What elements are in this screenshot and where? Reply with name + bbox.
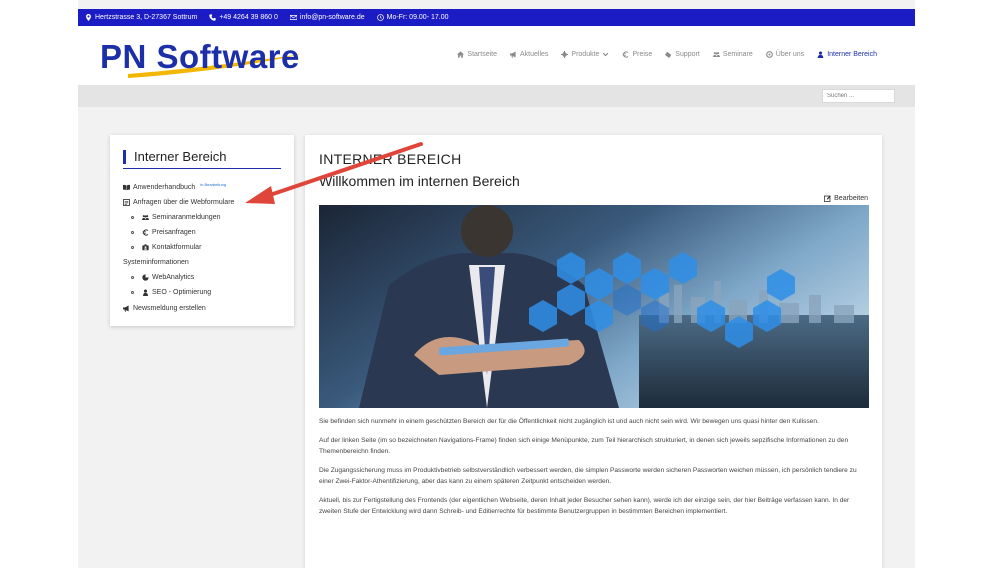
edit-label: Bearbeiten [834, 195, 868, 202]
euro-icon [142, 229, 149, 236]
sidebar-title: Interner Bereich [123, 150, 227, 164]
sidebar-item-anwenderhandbuch[interactable]: Anwenderhandbuch in Bearbeitung [123, 180, 234, 195]
content-text: Sie befinden sich nunmehr in einem gesch… [319, 416, 869, 525]
map-pin-icon [86, 14, 91, 21]
nav-label: Seminare [722, 51, 753, 58]
email-item[interactable]: info@pn-software.de [289, 14, 365, 21]
nav-item-preise[interactable]: Preise [622, 51, 652, 58]
group-icon [712, 52, 720, 57]
nav-item-ueber-uns[interactable]: Über uns [765, 51, 805, 58]
chart-icon [142, 274, 149, 281]
user-icon [143, 289, 148, 296]
phone-item[interactable]: +49 4264 39 860 0 [209, 14, 278, 21]
nav-label: Produkte [571, 51, 600, 58]
sidebar-item-label: Systeminformationen [123, 259, 189, 266]
search-band [78, 85, 915, 107]
sidebar-item-label: Kontaktformular [152, 244, 202, 251]
nav-label: Aktuelles [520, 51, 549, 58]
address-item: Hertzstrasse 3, D-27367 Sottrum [85, 14, 197, 21]
nav-label: Preise [632, 51, 653, 58]
sidebar-item-label: Seminaranmeldungen [152, 214, 221, 221]
sidebar-item-anfragen[interactable]: Anfragen über die Webformulare [123, 195, 234, 210]
hours-item: Mo-Fr: 09.00- 17.00 [376, 14, 449, 21]
bullet-icon [131, 291, 134, 294]
bullet-icon [131, 216, 134, 219]
phone-icon [209, 14, 217, 21]
user-icon [817, 51, 824, 58]
contact-icon [142, 244, 149, 251]
nav-label: Startseite [467, 51, 497, 58]
form-icon [123, 199, 130, 206]
sidebar-item-label: WebAnalytics [152, 274, 195, 281]
hours-text: Mo-Fr: 09.00- 17.00 [386, 14, 449, 21]
nav-item-aktuelles[interactable]: Aktuelles [510, 51, 548, 58]
info-icon [765, 51, 773, 58]
nav-item-interner-bereich[interactable]: Interner Bereich [817, 51, 877, 58]
sidebar-item-preisanfragen[interactable]: Preisanfragen [123, 225, 234, 240]
home-icon [457, 51, 465, 58]
bullet-icon [131, 276, 134, 279]
sidebar-menu: Anwenderhandbuch in Bearbeitung Anfragen… [123, 180, 234, 316]
chevron-down-icon [603, 52, 609, 57]
site-logo[interactable]: PN Software [98, 38, 308, 78]
nav-item-seminare[interactable]: Seminare [712, 51, 753, 58]
bullet-icon [131, 231, 134, 234]
envelope-icon [289, 15, 297, 20]
hero-image [319, 205, 869, 408]
megaphone-icon [123, 305, 129, 312]
ticket-icon [665, 51, 672, 58]
site-header: PN Software Startseite Aktuelles Produkt… [78, 26, 915, 85]
paragraph: Sie befinden sich nunmehr in einem gesch… [319, 418, 819, 425]
euro-icon [622, 51, 629, 58]
nav-label: Support [675, 51, 700, 58]
sidebar-item-seminaranmeldungen[interactable]: Seminaranmeldungen [123, 210, 234, 225]
nav-item-produkte[interactable]: Produkte [561, 51, 609, 58]
page: Hertzstrasse 3, D-27367 Sottrum +49 4264… [78, 0, 915, 568]
edit-icon [824, 195, 831, 202]
nav-item-support[interactable]: Support [665, 51, 700, 58]
gear-icon [561, 51, 569, 58]
main-navigation: Startseite Aktuelles Produkte Preise Sup… [457, 51, 877, 58]
sidebar-item-seo[interactable]: SEO - Optimierung [123, 285, 234, 300]
search-input[interactable] [822, 89, 895, 103]
annotation-arrow-icon [245, 142, 423, 204]
sidebar-item-newsmeldung[interactable]: Newsmeldung erstellen [123, 301, 234, 316]
edit-button[interactable]: Bearbeiten [824, 195, 868, 202]
paragraph: Auf der linken Seite (im so bezeichneten… [319, 437, 849, 455]
sidebar-item-kontaktformular[interactable]: Kontaktformular [123, 240, 234, 255]
paragraph: Die Zugangssicherung muss im Produktivbe… [319, 467, 857, 485]
sidebar-item-webanalytics[interactable]: WebAnalytics [123, 270, 234, 285]
status-badge: in Bearbeitung [200, 182, 227, 187]
nav-item-startseite[interactable]: Startseite [457, 51, 497, 58]
bullet-icon [131, 246, 134, 249]
logo-text: PN Software [100, 38, 300, 75]
megaphone-icon [510, 51, 516, 58]
nav-label: Über uns [775, 51, 805, 58]
sidebar-item-label: Anwenderhandbuch [133, 184, 196, 191]
contact-bar: Hertzstrasse 3, D-27367 Sottrum +49 4264… [78, 9, 915, 26]
sidebar-item-label: Newsmeldung erstellen [133, 305, 206, 312]
sidebar-item-label: Preisanfragen [152, 229, 196, 236]
sidebar-item-label: SEO - Optimierung [152, 289, 212, 296]
email-text: info@pn-software.de [299, 14, 365, 21]
address-text: Hertzstrasse 3, D-27367 Sottrum [95, 14, 198, 21]
book-icon [123, 184, 130, 191]
group-icon [142, 215, 149, 220]
paragraph: Aktuell, bis zur Fertigstellung des Fron… [319, 497, 850, 515]
clock-icon [376, 14, 384, 21]
nav-label: Interner Bereich [827, 51, 877, 58]
phone-text: +49 4264 39 860 0 [219, 14, 278, 21]
sidebar-item-systeminformationen[interactable]: Systeminformationen [123, 255, 234, 270]
sidebar-item-label: Anfragen über die Webformulare [133, 199, 235, 206]
